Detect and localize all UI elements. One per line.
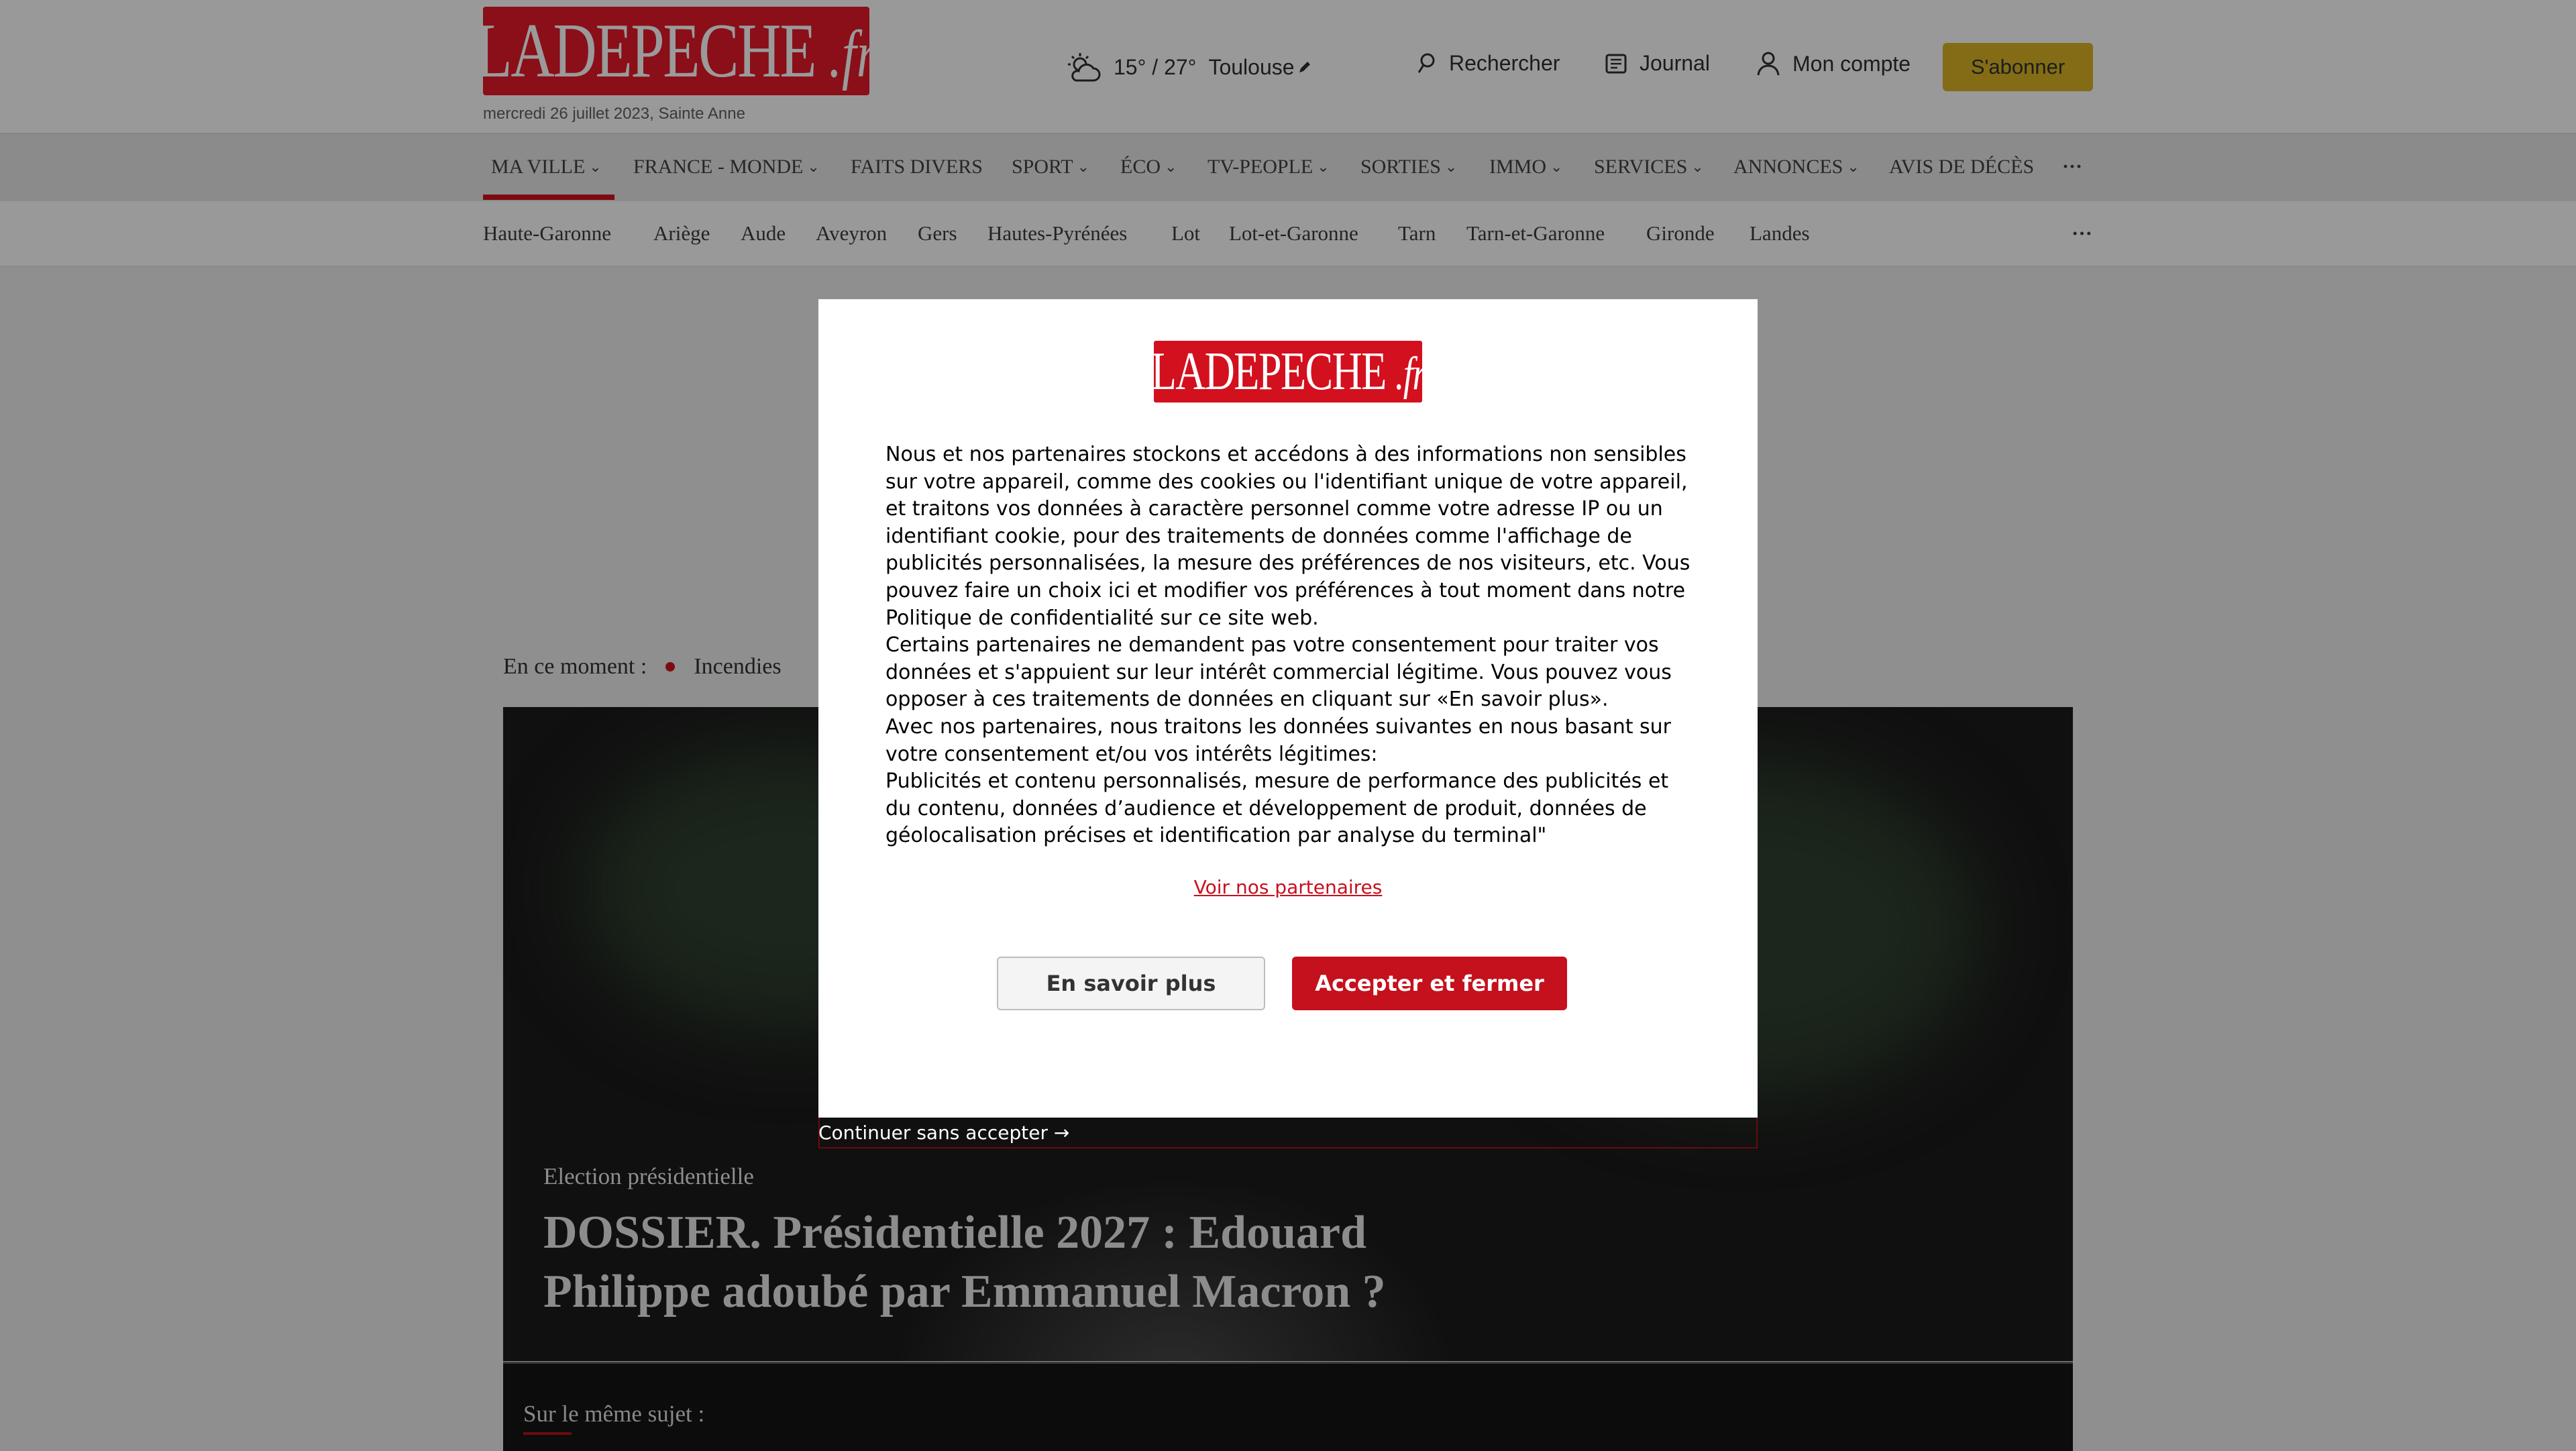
nav-item-immo[interactable]: IMMO ⌄: [1489, 156, 1562, 178]
consent-paragraph: Certains partenaires ne demandent pas vo…: [885, 633, 1672, 712]
consent-paragraph: Nous et nos partenaires stockons et accé…: [885, 443, 1690, 630]
weather-city: Toulouse: [1208, 54, 1295, 79]
trending-bar: En ce moment : Incendies: [503, 654, 782, 680]
search-button[interactable]: Rechercher: [1417, 51, 1560, 76]
live-dot-icon: [665, 662, 676, 671]
learn-more-button[interactable]: En savoir plus: [997, 957, 1265, 1010]
sub-nav-item[interactable]: Tarn: [1398, 221, 1436, 246]
search-icon: [1417, 53, 1435, 73]
site-header: LADEPECHE .fr mercredi 26 juillet 2023, …: [0, 0, 2576, 133]
account-label: Mon compte: [1792, 51, 1911, 76]
chevron-down-icon: ⌄: [1847, 158, 1860, 175]
sub-nav-item[interactable]: Haute-Garonne: [483, 221, 611, 246]
chevron-down-icon: ⌄: [1165, 158, 1177, 175]
nav-item-tv-people[interactable]: TV-PEOPLE ⌄: [1208, 156, 1330, 178]
consent-paragraph: Publicités et contenu personnalisés, mes…: [885, 769, 1669, 848]
chevron-down-icon: ⌄: [1550, 158, 1563, 175]
chevron-down-icon: ⌄: [1444, 158, 1458, 175]
subscribe-button[interactable]: S'abonner: [1943, 43, 2093, 91]
consent-dialog: LADEPECHE .fr Nous et nos partenaires st…: [818, 299, 1758, 1118]
sub-nav-item[interactable]: Ariège: [653, 221, 710, 246]
related-underline: [523, 1432, 572, 1435]
continue-without-accepting-link[interactable]: Continuer sans accepter →: [818, 1122, 1069, 1144]
consent-paragraph: Avec nos partenaires, nous traitons les …: [885, 714, 1672, 766]
sub-nav-item[interactable]: Gers: [918, 221, 957, 246]
chevron-down-icon: ⌄: [589, 158, 602, 175]
nav-label: FRANCE - MONDE: [633, 156, 804, 178]
chevron-down-icon: ⌄: [1691, 158, 1704, 175]
nav-label: MA VILLE: [491, 156, 586, 178]
consent-text: Nous et nos partenaires stockons et accé…: [885, 441, 1697, 850]
chevron-down-icon: ⌄: [1077, 158, 1090, 175]
nav-item-ma-ville[interactable]: MA VILLE ⌄: [491, 156, 602, 178]
partly-cloudy-icon: [1068, 53, 1101, 82]
nav-label: TV-PEOPLE: [1208, 156, 1313, 178]
nav-label: ÉCO: [1120, 156, 1161, 178]
main-nav: MA VILLE ⌄ FRANCE - MONDE ⌄ FAITS DIVERS S…: [0, 133, 2576, 201]
consent-logo: LADEPECHE .fr: [1154, 341, 1422, 402]
weather-widget[interactable]: 15° / 27° Toulouse: [1067, 51, 1312, 83]
search-label: Rechercher: [1449, 51, 1560, 75]
nav-item-annonces[interactable]: ANNONCES ⌄: [1733, 156, 1860, 178]
nav-label: FAITS DIVERS: [851, 156, 983, 178]
newspaper-icon: [1605, 54, 1627, 73]
journal-button[interactable]: Journal: [1605, 51, 1710, 76]
nav-label: IMMO: [1489, 156, 1547, 178]
nav-item-france-monde[interactable]: FRANCE - MONDE ⌄: [633, 156, 820, 178]
sub-nav-item[interactable]: Lot: [1171, 221, 1200, 246]
weather-temps: 15° / 27°: [1114, 54, 1197, 79]
nav-item-faits-divers[interactable]: FAITS DIVERS: [851, 156, 983, 178]
related-section: Sur le même sujet :: [503, 1362, 2073, 1451]
more-menu-icon[interactable]: ···: [2062, 156, 2082, 178]
nav-label: SPORT: [1012, 156, 1073, 178]
hero-category[interactable]: Election présidentielle: [543, 1163, 754, 1190]
department-nav: Haute-Garonne Ariège Aude Aveyron Gers H…: [0, 201, 2576, 268]
accept-and-close-button[interactable]: Accepter et fermer: [1292, 957, 1567, 1010]
user-icon: [1757, 52, 1780, 76]
chevron-down-icon: ⌄: [1317, 158, 1330, 175]
account-button[interactable]: Mon compte: [1756, 51, 1911, 76]
nav-label: SORTIES: [1360, 156, 1441, 178]
sub-nav-item[interactable]: Tarn-et-Garonne: [1466, 221, 1605, 246]
sub-nav-item[interactable]: Lot-et-Garonne: [1229, 221, 1358, 246]
trending-label: En ce moment :: [503, 654, 647, 679]
sub-nav-item[interactable]: Aveyron: [816, 221, 887, 246]
date-line: mercredi 26 juillet 2023, Sainte Anne: [483, 105, 745, 123]
nav-item-avis-de-deces[interactable]: AVIS DE DÉCÈS: [1889, 156, 2034, 178]
active-tab-indicator: [483, 195, 614, 200]
nav-label: AVIS DE DÉCÈS: [1889, 156, 2035, 178]
sub-nav-item[interactable]: Hautes-Pyrénées: [987, 221, 1127, 246]
nav-label: SERVICES: [1594, 156, 1688, 178]
sub-nav-item[interactable]: Aude: [741, 221, 786, 246]
nav-label: ANNONCES: [1733, 156, 1843, 178]
pencil-icon[interactable]: [1297, 60, 1312, 74]
trending-item[interactable]: Incendies: [694, 654, 781, 680]
nav-item-sorties[interactable]: SORTIES ⌄: [1360, 156, 1457, 178]
journal-label: Journal: [1640, 51, 1710, 75]
nav-item-eco[interactable]: ÉCO ⌄: [1120, 156, 1177, 178]
hero-title[interactable]: DOSSIER. Présidentielle 2027 : Edouard P…: [543, 1203, 1483, 1322]
more-departments-icon[interactable]: ···: [2072, 221, 2092, 246]
sub-nav-item[interactable]: Gironde: [1646, 221, 1715, 246]
sub-nav-item[interactable]: Landes: [1750, 221, 1810, 246]
related-label: Sur le même sujet :: [523, 1401, 705, 1427]
nav-item-sport[interactable]: SPORT ⌄: [1012, 156, 1089, 178]
see-partners-link[interactable]: Voir nos partenaires: [818, 876, 1758, 898]
chevron-down-icon: ⌄: [807, 158, 820, 175]
nav-item-services[interactable]: SERVICES ⌄: [1594, 156, 1704, 178]
site-logo[interactable]: LADEPECHE .fr: [476, 7, 877, 95]
